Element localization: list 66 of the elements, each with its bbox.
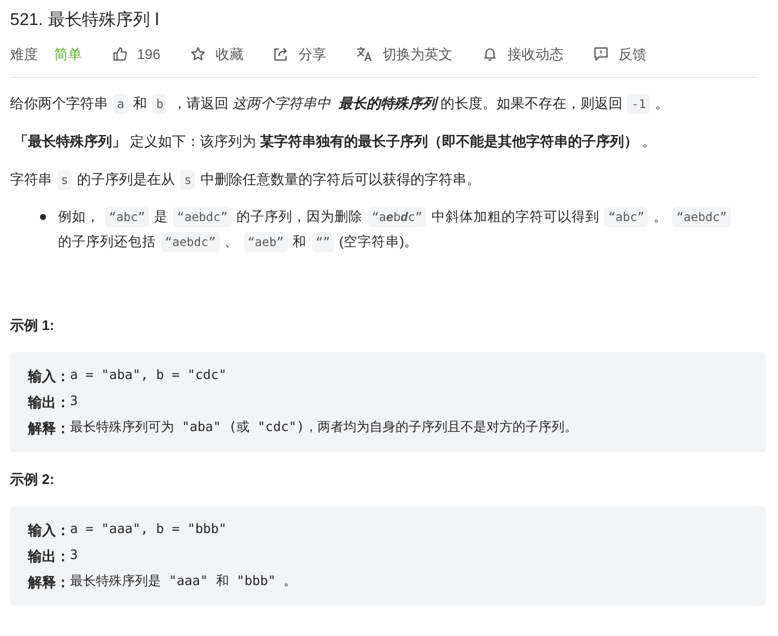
inline-code: “aeb” (244, 232, 288, 252)
inline-code: “abc” (604, 207, 648, 227)
feedback-icon (593, 46, 610, 62)
paragraph-text: 和 (292, 233, 307, 251)
paragraph-text: 的子序列是在从 (77, 170, 176, 189)
paragraph-text: 。 (654, 94, 669, 113)
inline-code: “aebdc” (173, 207, 232, 227)
paragraph-text: 的子序列，因为删除 (236, 208, 363, 226)
paragraph-text: 定义如下：该序列为 (130, 132, 256, 151)
inline-code: “” (312, 232, 334, 252)
like-button[interactable]: 196 (112, 44, 160, 64)
inline-code: “aebdc” (161, 232, 220, 252)
example-value: 最长特殊序列可为 "aba" (或 "cdc")，两者均为自身的子序列且不是对方的子序列。 (70, 419, 578, 437)
emphasized-text: 「最长特殊序列」 (14, 132, 126, 151)
example-value: 最长特殊序列是 "aaa" 和 "bbb" 。 (70, 573, 297, 591)
example-label: 输入： (28, 367, 70, 386)
example-heading: 示例 2: (10, 470, 56, 489)
bell-icon (482, 46, 498, 62)
emphasized-text: 这两个字符串中 (232, 94, 330, 113)
example-label: 解释： (28, 419, 70, 438)
example-value: 3 (70, 547, 78, 565)
bullet-icon (40, 214, 46, 220)
share-icon (273, 46, 290, 62)
inline-code: -1 (627, 94, 650, 114)
translate-icon (356, 46, 374, 62)
inline-code: “abc” (105, 207, 150, 227)
example-heading: 示例 1: (10, 316, 56, 335)
paragraph-text: ，请返回 (172, 94, 228, 113)
paragraph-text: 例如， (58, 208, 100, 226)
example-label: 输入： (28, 521, 70, 540)
example-label: 解释： (28, 573, 70, 592)
paragraph-text: 、 (224, 233, 239, 251)
action-button[interactable]: 反馈 (593, 44, 646, 64)
example-value: a = "aba", b = "cdc" (70, 367, 227, 385)
inline-code: s (57, 170, 72, 190)
inline-code: “aebdc” (368, 207, 426, 227)
action-button[interactable]: 分享 (273, 44, 326, 64)
difficulty-label: 难度 (10, 45, 38, 64)
paragraph-text: 中删除任意数量的字符后可以获得的字符串。 (200, 170, 480, 189)
paragraph-text: 。 (642, 132, 656, 151)
action-button[interactable]: 收藏 (190, 44, 244, 64)
inline-code: a (113, 94, 128, 114)
thumbs-up-icon (112, 46, 128, 62)
problem-title: 521. 最长特殊序列 Ⅰ (10, 9, 160, 31)
paragraph-text: 和 (133, 94, 148, 113)
inline-code: s (180, 170, 196, 190)
example-value: 3 (70, 393, 78, 411)
example-label: 输出： (28, 547, 70, 566)
paragraph-text: 中斜体加粗的字符可以得到 (431, 208, 600, 226)
paragraph-text: 给你两个字符串 (10, 94, 108, 113)
paragraph-text: 字符串 (10, 170, 52, 189)
emphasized-text: 某字符串独有的最长子序列（即不能是其他字符串的子序列） (260, 132, 638, 151)
paragraph-text: 的子序列还包括 (58, 233, 156, 251)
emphasized-text: 最长的特殊序列 (338, 92, 436, 114)
paragraph-text: 是 (154, 208, 168, 226)
paragraph-text: 的长度。如果不存在，则返回 (440, 94, 622, 113)
paragraph-text: (空字符串)。 (339, 233, 418, 251)
paragraph-text: 。 (653, 208, 668, 226)
inline-code: “aebdc” (672, 207, 732, 227)
action-button[interactable]: 接收动态 (482, 44, 564, 64)
action-button[interactable]: 切换为英文 (356, 44, 452, 64)
star-icon (190, 46, 206, 62)
inline-code: b (152, 94, 168, 114)
example-value: a = "aaa", b = "bbb" (70, 521, 227, 539)
example-label: 输出： (28, 393, 70, 412)
difficulty-value: 简单 (54, 45, 82, 64)
